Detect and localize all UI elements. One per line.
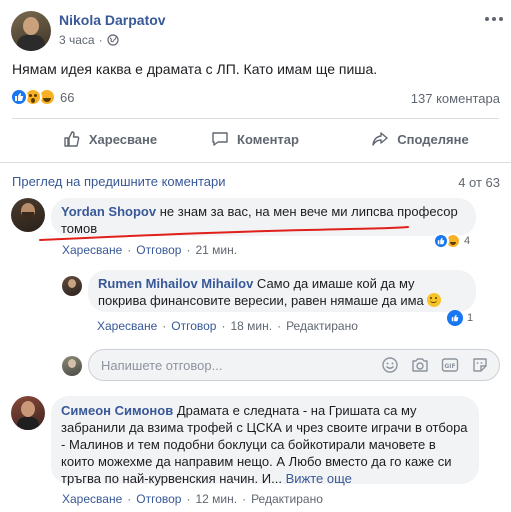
comment-bubble-icon: [212, 132, 228, 146]
reply-time[interactable]: 18 мин.: [230, 319, 272, 333]
comment-button-label: Коментар: [237, 131, 299, 147]
annotation-underline: [39, 226, 409, 241]
comment-count[interactable]: 137 коментара: [411, 91, 500, 106]
reply-reactions[interactable]: 1: [447, 310, 473, 326]
reply-actions: Харесване · Отговор · 18 мин. · Редактир…: [97, 319, 358, 333]
comment-reply-link[interactable]: Отговор: [136, 243, 181, 257]
reply-reply-link[interactable]: Отговор: [171, 319, 216, 333]
comments-counter: 4 от 63: [458, 175, 500, 190]
reply-author[interactable]: Rumen Mihailov Mihailov: [98, 276, 253, 291]
reply-bubble: Rumen Mihailov Mihailov Само да имаше ко…: [88, 270, 476, 312]
comment-time[interactable]: 21 мин.: [195, 243, 237, 257]
comment-like-link[interactable]: Харесване: [62, 492, 122, 506]
reply-avatar[interactable]: [62, 276, 82, 296]
gif-icon[interactable]: GIF: [441, 356, 459, 374]
like-reaction-icon: [10, 88, 28, 106]
smile-emoji-icon: [427, 293, 442, 307]
comment-edited[interactable]: Редактирано: [251, 492, 323, 506]
see-more-link[interactable]: Вижте още: [286, 471, 352, 486]
current-user-avatar: [62, 356, 82, 376]
comment-actions: Харесване · Отговор · 12 мин. · Редактир…: [62, 492, 323, 506]
post-meta: 3 часа ·: [59, 33, 119, 47]
divider: [12, 118, 499, 119]
comment-reactions[interactable]: 4: [433, 233, 470, 249]
share-button[interactable]: Споделяне: [360, 125, 480, 153]
camera-icon[interactable]: [411, 356, 429, 374]
sticker-icon[interactable]: [471, 356, 489, 374]
share-button-label: Споделяне: [397, 131, 469, 147]
view-previous-comments-link[interactable]: Преглед на предишните коментари: [12, 174, 226, 189]
like-button[interactable]: Харесване: [40, 125, 180, 153]
comment-reply-link[interactable]: Отговор: [136, 492, 181, 506]
like-button-label: Харесване: [88, 131, 158, 147]
divider: [0, 162, 511, 163]
like-reaction-icon: [447, 310, 463, 326]
post-author-name[interactable]: Nikola Darpatov: [59, 12, 166, 28]
comment-like-link[interactable]: Харесване: [62, 243, 122, 257]
reply-input-field[interactable]: Напишете отговор... GIF: [88, 349, 500, 381]
comment-time[interactable]: 12 мин.: [195, 492, 237, 506]
emoji-icon[interactable]: [381, 356, 399, 374]
like-reaction-icon: [433, 233, 449, 249]
more-options-icon[interactable]: [485, 12, 505, 26]
reply-edited[interactable]: Редактирано: [286, 319, 358, 333]
post-text: Нямам идея каква е драмата с ЛП. Като им…: [12, 61, 378, 77]
reply-like-link[interactable]: Харесване: [97, 319, 157, 333]
thumbs-up-icon: [64, 131, 80, 147]
commenter-avatar[interactable]: [11, 396, 45, 430]
post-time[interactable]: 3 часа: [59, 33, 95, 47]
comment-button[interactable]: Коментар: [190, 125, 320, 153]
comment-author[interactable]: Yordan Shopov: [61, 204, 156, 219]
comment-actions: Харесване · Отговор · 21 мин.: [62, 243, 238, 257]
comment-reaction-count: 4: [464, 235, 471, 247]
reply-input-placeholder: Напишете отговор...: [101, 358, 223, 373]
post-author-avatar[interactable]: [11, 11, 51, 51]
svg-text:GIF: GIF: [444, 363, 455, 370]
comment-author[interactable]: Симеон Симонов: [61, 403, 173, 418]
reply-reaction-count: 1: [467, 312, 474, 324]
reactions-summary[interactable]: 66: [10, 88, 74, 106]
comment-bubble: Симеон Симонов Драмата е следната - на Г…: [51, 396, 479, 486]
reaction-count[interactable]: 66: [60, 90, 74, 105]
globe-icon: [107, 34, 119, 46]
share-arrow-icon: [372, 132, 388, 146]
